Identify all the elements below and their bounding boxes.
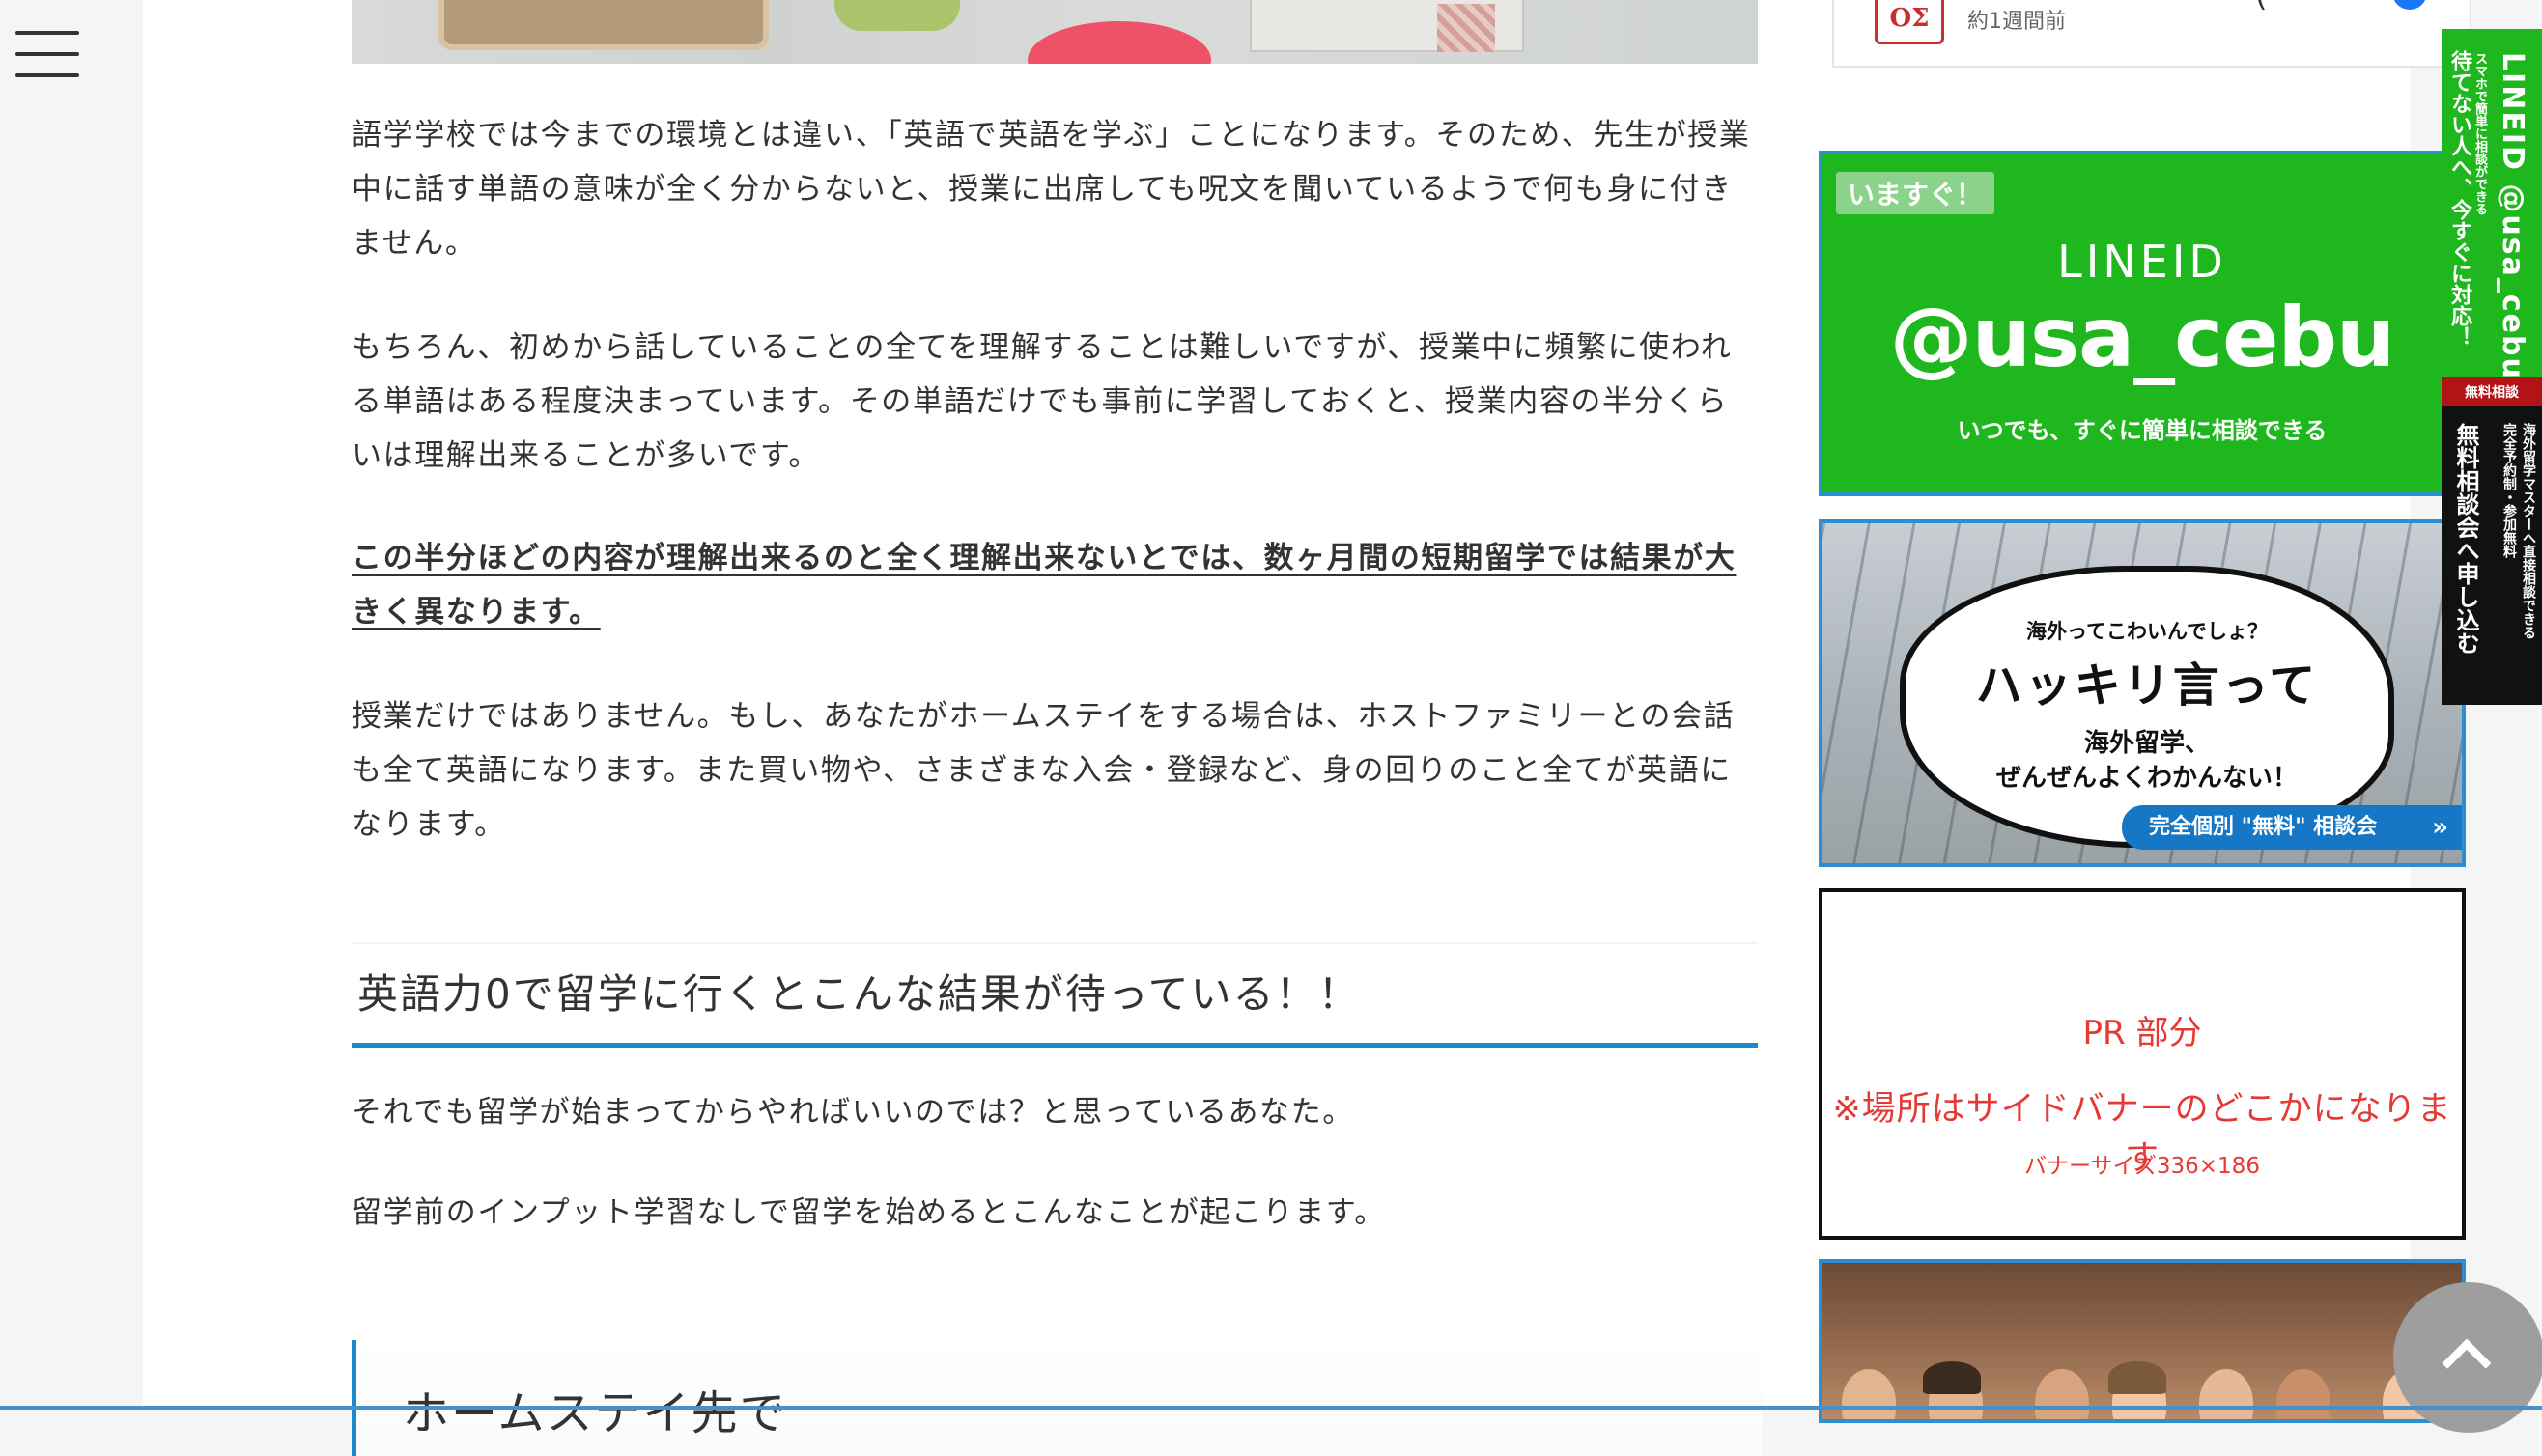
article-paragraph: 授業だけではありません。もし、あなたがホームステイをする場合は、ホストファミリー… <box>352 699 1736 842</box>
pr-placeholder: PR 部分 ※場所はサイドバナーのどこかになります バナーサイズ336×186 <box>1819 888 2466 1240</box>
photo-person <box>2276 1369 2330 1419</box>
line-banner-subtext: いつでも、すぐに簡単に相談できる <box>1957 417 2328 444</box>
page-container: 語学学校では今までの環境とは違い、「英語で英語を学ぶ」ことになります。そのため、… <box>143 0 2471 1456</box>
bubble-line-b: ぜんぜんよくわかんない！ <box>1995 764 2298 793</box>
pr-title: PR 部分 <box>2082 1014 2202 1052</box>
consultation-cta[interactable]: 完全個別 "無料" 相談会 » <box>2122 805 2462 850</box>
article-image <box>352 0 1758 64</box>
consultation-banner[interactable]: 海外ってこわいんでしょ？ ハッキリ言って 海外留学、 ぜんぜんよくわかんない！ … <box>1819 519 2466 867</box>
article-paragraph-emphasis: この半分ほどの内容が理解出来るのと全く理解出来ないとでは、数ヶ月間の短期留学では… <box>352 531 1758 639</box>
photo-hair <box>1923 1361 1981 1394</box>
article-paragraph: もちろん、初めから話していることの全てを理解することは難しいですが、授業中に頻繁… <box>352 330 1733 473</box>
consultation-cta-label: 完全個別 "無料" 相談会 <box>2149 815 2378 839</box>
image-object <box>1028 21 1211 64</box>
menu-bar <box>15 73 79 77</box>
menu-bar <box>15 31 79 35</box>
article-paragraph: 語学学校では今までの環境とは違い、「英語で英語を学ぶ」ことになります。そのため、… <box>352 118 1751 261</box>
bubble-title: ハッキリ言って <box>1975 658 2319 713</box>
group-photo-banner[interactable] <box>1819 1259 2466 1423</box>
side-tab-detail: 完全予約制・参加無料 <box>2501 423 2517 558</box>
section-heading-text: 英語力0で留学に行くとこんな結果が待っている！！ <box>357 970 1361 1018</box>
line-banner-badge: いますぐ！ <box>1836 172 1995 214</box>
image-card <box>1250 0 1524 52</box>
bubble-line: 海外ってこわいんでしょ？ <box>2026 620 2268 643</box>
back-to-top-button[interactable] <box>2393 1282 2542 1433</box>
article-paragraph: それでも留学が始まってからやればいいのでは？と思っているあなた。 <box>352 1095 1354 1130</box>
photo-person <box>2035 1369 2089 1419</box>
side-tab-headline: 待てない人へ、今すぐに対応！ <box>2447 50 2471 348</box>
photo-person <box>1842 1369 1896 1419</box>
line-banner[interactable]: いますぐ！ LINEID @usa_cebu いつでも、すぐに簡単に相談できる <box>1819 151 2466 496</box>
social-embed-card[interactable]: ΟΣ 約1週間前 ( <box>1832 0 2471 68</box>
side-tab-detail: 海外留学マスターへ直接相談できる <box>2521 423 2536 639</box>
double-chevron-right-icon: » <box>2432 813 2448 842</box>
post-time: 約1週間前 <box>1967 10 2066 34</box>
bubble-line: 海外留学、 ぜんぜんよくわかんない！ <box>1906 726 2388 796</box>
photo-hair <box>2108 1361 2166 1394</box>
side-tab-free-label: 無料相談 <box>2465 385 2519 401</box>
section-heading: 英語力0で留学に行くとこんな結果が待っている！！ <box>352 942 1758 1048</box>
side-tab-apply: 無料相談会へ申し込む <box>2452 423 2479 655</box>
line-banner-handle: @usa_cebu <box>1889 290 2396 386</box>
pr-size: バナーサイズ336×186 <box>2024 1154 2260 1179</box>
account-logo: ΟΣ <box>1875 0 1944 44</box>
side-tab-lineid: LINEID @usa_cebu <box>2496 52 2529 380</box>
subsection-heading: ホームステイ先で <box>352 1340 1763 1456</box>
line-banner-lineid: LINEID <box>2057 236 2227 288</box>
image-phone <box>438 0 769 50</box>
facebook-icon[interactable] <box>2392 0 2427 10</box>
hamburger-menu-icon[interactable] <box>15 27 79 81</box>
article-paragraph: 留学前のインプット学習なしで留学を始めるとこんなことが起こります。 <box>352 1195 1386 1230</box>
photo-person <box>2199 1369 2253 1419</box>
image-cup <box>834 0 960 31</box>
menu-bar <box>15 52 79 56</box>
line-side-tab[interactable]: LINEID @usa_cebu スマホで簡単に相談ができる 待てない人へ、今す… <box>2442 29 2542 705</box>
post-text-fragment: ( <box>2255 0 2267 14</box>
bubble-line-a: 海外留学、 <box>2083 729 2210 758</box>
bottom-border <box>0 1406 2542 1410</box>
emphasis-text: この半分ほどの内容が理解出来るのと全く理解出来ないとでは、数ヶ月間の短期留学では… <box>352 541 1737 630</box>
side-tab-green: LINEID @usa_cebu スマホで簡単に相談ができる 待てない人へ、今す… <box>2442 29 2542 380</box>
